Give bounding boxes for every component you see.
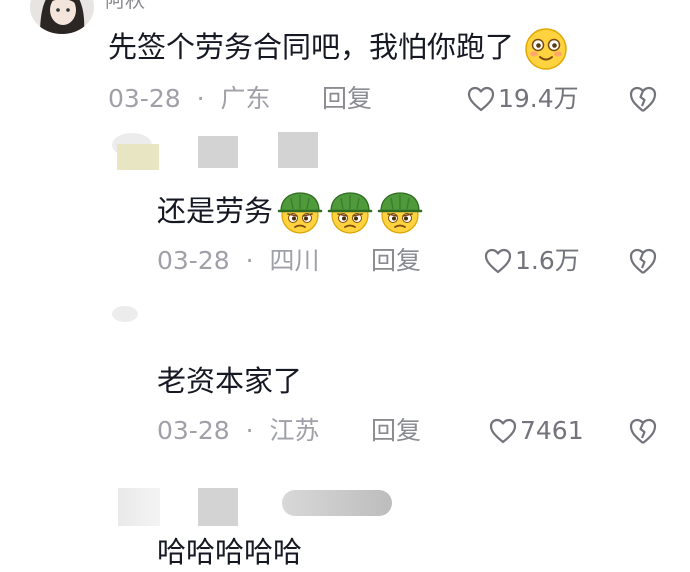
redacted-username-block xyxy=(198,136,238,168)
like-button[interactable]: 7461 xyxy=(489,413,584,449)
dislike-broken-heart-icon[interactable] xyxy=(628,84,658,114)
separator-dot: · xyxy=(245,246,254,275)
reply-button[interactable]: 回复 xyxy=(371,413,421,449)
like-count: 7461 xyxy=(520,416,584,445)
avatar[interactable] xyxy=(30,0,94,34)
redacted-avatar-block xyxy=(117,144,159,170)
reply-button[interactable]: 回复 xyxy=(371,243,421,279)
comment-location: 广东 xyxy=(220,84,271,113)
like-button[interactable]: 1.6万 xyxy=(484,243,580,279)
heart-outline-icon xyxy=(484,248,512,274)
redacted-username-block xyxy=(278,132,318,168)
comment-text-content: 先签个劳务合同吧，我怕你跑了 xyxy=(108,30,515,64)
like-button[interactable]: 19.4万 xyxy=(467,81,579,117)
smiling-blushing-face-emoji xyxy=(525,28,567,70)
comment-date: 03-28 xyxy=(157,416,230,445)
green-helmet-angry-face-emoji xyxy=(327,192,373,234)
comment-text: 老资本家了 xyxy=(157,364,303,398)
comment-text: 先签个劳务合同吧，我怕你跑了 xyxy=(108,26,569,72)
heart-outline-icon xyxy=(489,418,517,444)
dislike-broken-heart-icon[interactable] xyxy=(628,246,658,276)
helmet-emoji-group xyxy=(273,192,423,234)
green-helmet-angry-face-emoji xyxy=(277,192,323,234)
separator-dot: · xyxy=(196,84,205,113)
comment-text-content: 还是劳务 xyxy=(157,194,274,228)
comment-meta: 03-28 · 江苏 xyxy=(157,413,320,449)
comment-text: 哈哈哈哈哈 xyxy=(157,535,303,569)
redacted-username-block xyxy=(282,490,392,516)
username[interactable]: 阿秋 xyxy=(105,0,145,13)
dislike-broken-heart-icon[interactable] xyxy=(628,416,658,446)
reply-button[interactable]: 回复 xyxy=(322,81,372,117)
redacted-avatar-block xyxy=(118,488,160,526)
like-count: 1.6万 xyxy=(515,246,580,275)
comment-meta: 03-28 · 四川 xyxy=(157,243,320,279)
comment-date: 03-28 xyxy=(108,84,181,113)
comment-text: 还是劳务 xyxy=(157,190,423,236)
comment-meta: 03-28 · 广东 xyxy=(108,81,271,117)
comment-location: 江苏 xyxy=(269,416,320,445)
comment-date: 03-28 xyxy=(157,246,230,275)
redacted-username-block xyxy=(198,488,238,526)
separator-dot: · xyxy=(245,416,254,445)
reply-avatar[interactable] xyxy=(112,306,138,322)
comment-location: 四川 xyxy=(269,246,320,275)
heart-outline-icon xyxy=(467,86,495,112)
like-count: 19.4万 xyxy=(498,84,579,113)
green-helmet-angry-face-emoji xyxy=(377,192,423,234)
